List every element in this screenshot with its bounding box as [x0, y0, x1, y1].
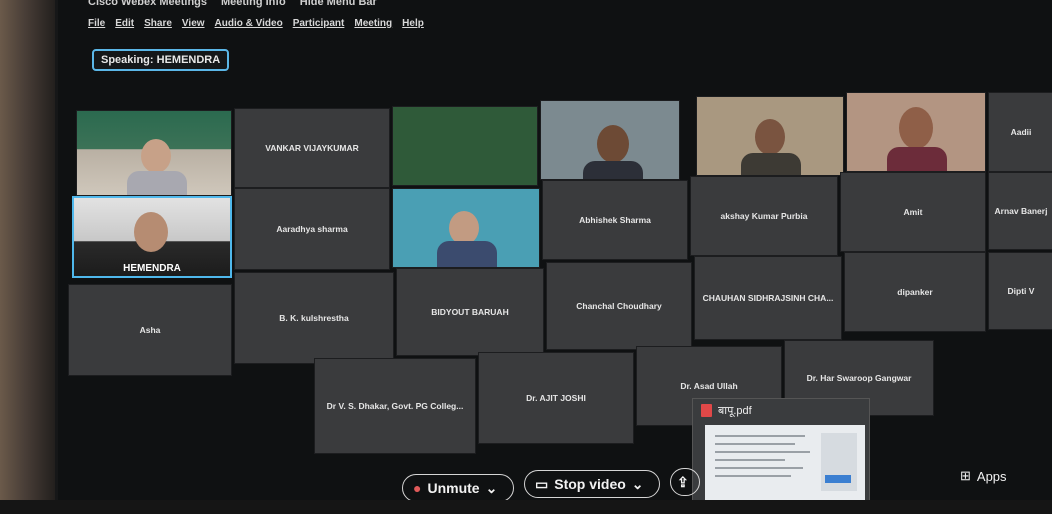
menu-share[interactable]: Share [144, 18, 172, 29]
pdf-icon [701, 404, 712, 417]
participant-tile-hemendra[interactable]: HEMENDRA [72, 196, 232, 278]
menu-participant[interactable]: Participant [293, 18, 345, 29]
pdf-page-thumbnail [705, 425, 865, 500]
meeting-info-button[interactable]: Meeting Info [221, 0, 286, 8]
participant-tile-video-4[interactable] [696, 96, 844, 176]
share-button[interactable]: ⇪ [670, 468, 700, 496]
chevron-down-icon: ⌄ [631, 475, 644, 492]
participant-tile-abhishek[interactable]: Abhishek Sharma [542, 180, 688, 260]
participant-name-hemendra: HEMENDRA [123, 263, 181, 274]
participant-tile-dhakar[interactable]: Dr V. S. Dhakar, Govt. PG Colleg... [314, 358, 476, 454]
participant-tile-video-1[interactable] [76, 110, 232, 196]
chevron-down-icon: ⌄ [485, 479, 498, 496]
menu-file[interactable]: File [88, 18, 105, 29]
microphone-icon: ● [413, 480, 422, 496]
participant-tile-chanchal[interactable]: Chanchal Choudhary [546, 262, 692, 350]
menu-help[interactable]: Help [402, 18, 424, 29]
speaking-indicator: Speaking: HEMENDRA [92, 49, 230, 71]
participant-tile-bk[interactable]: B. K. kulshrestha [234, 272, 394, 364]
apps-icon: ⊞ [960, 468, 971, 483]
webex-window: Cisco Webex Meetings Meeting Info Hide M… [58, 0, 1052, 500]
participant-tile-video-6[interactable] [392, 188, 540, 268]
menu-audio-video[interactable]: Audio & Video [215, 18, 283, 29]
participant-tile-ajit[interactable]: Dr. AJIT JOSHI [478, 352, 634, 444]
hide-menu-button[interactable]: Hide Menu Bar [300, 0, 377, 8]
app-title: Cisco Webex Meetings [88, 0, 207, 8]
camera-icon: ▭ [535, 475, 549, 492]
monitor-bezel-left [0, 0, 60, 514]
participant-tile-akshay[interactable]: akshay Kumar Purbia [690, 176, 838, 256]
participant-tile-video-3[interactable] [540, 100, 680, 180]
participant-tile-dipti[interactable]: Dipti V [988, 252, 1052, 330]
menu-edit[interactable]: Edit [115, 18, 134, 29]
apps-button[interactable]: ⊞ Apps [960, 468, 1007, 484]
participant-tile-vankar[interactable]: VANKAR VIJAYKUMAR [234, 108, 390, 188]
participant-tile-video-2[interactable] [392, 106, 538, 186]
participant-tile-video-5[interactable] [846, 92, 986, 172]
participant-tile-amit[interactable]: Amit [840, 172, 986, 252]
menu-bar: File Edit Share View Audio & Video Parti… [88, 18, 424, 29]
menu-view[interactable]: View [182, 18, 205, 29]
title-bar: Cisco Webex Meetings Meeting Info Hide M… [88, 0, 377, 10]
stop-video-button[interactable]: ▭ Stop video ⌄ [524, 470, 660, 498]
monitor-bottom-edge [0, 500, 1052, 514]
participant-tile-bidyout[interactable]: BIDYOUT BARUAH [396, 268, 544, 356]
share-icon: ⇪ [677, 473, 689, 490]
participant-tile-arnav[interactable]: Arnav Banerj [988, 172, 1052, 250]
participant-tile-chauhan[interactable]: CHAUHAN SIDHRAJSINH CHA... [694, 256, 842, 340]
participant-tile-asha[interactable]: Asha [68, 284, 232, 376]
pdf-filename: बापू.pdf [718, 405, 752, 417]
unmute-button[interactable]: ● Unmute ⌄ [402, 474, 514, 500]
menu-meeting[interactable]: Meeting [354, 18, 392, 29]
participant-tile-aaradhya[interactable]: Aaradhya sharma [234, 188, 390, 270]
participant-tile-aadii[interactable]: Aadii [988, 92, 1052, 172]
pdf-preview[interactable]: बापू.pdf [692, 398, 870, 500]
avatar [141, 139, 171, 173]
participant-tile-dipanker[interactable]: dipanker [844, 252, 986, 332]
